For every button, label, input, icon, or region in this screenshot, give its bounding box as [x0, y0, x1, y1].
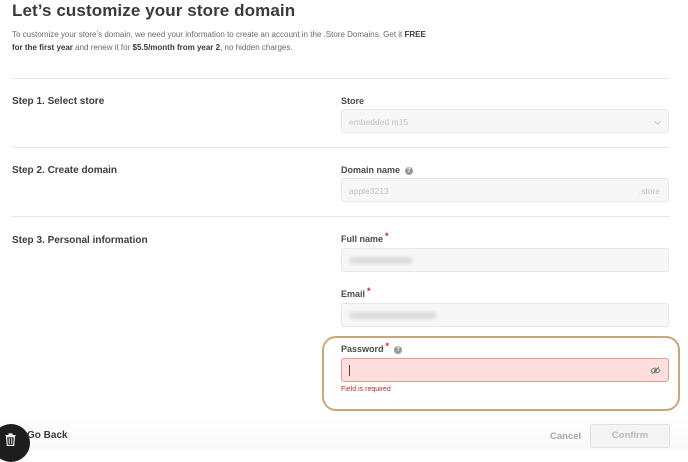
required-mark: *: [385, 341, 390, 351]
full-name-label: Full name *: [341, 231, 389, 244]
full-name-input[interactable]: [341, 248, 669, 272]
help-icon[interactable]: ?: [405, 167, 414, 175]
password-label-text: Password: [341, 344, 384, 354]
step-3-heading: Step 3. Personal information: [12, 235, 148, 246]
footer-bar: [0, 418, 688, 450]
step-1-heading: Step 1. Select store: [12, 96, 105, 107]
intro-renewal-price: $5.5/month from year 2: [132, 43, 221, 52]
email-input[interactable]: [341, 303, 669, 327]
domain-suffix: .store: [638, 186, 660, 196]
intro-text-2: and renew it for: [72, 43, 133, 52]
intro-text-3: , no hidden charges.: [220, 43, 293, 52]
full-name-label-text: Full name: [341, 234, 384, 244]
password-label: Password *?: [341, 341, 403, 354]
chevron-down-icon: [653, 117, 662, 126]
email-label: Email *: [341, 286, 371, 299]
required-mark: *: [367, 286, 371, 296]
store-select[interactable]: embedded m15: [341, 109, 669, 133]
cancel-button[interactable]: Cancel: [550, 431, 581, 442]
domain-name-input[interactable]: apple3213 .store: [341, 178, 669, 202]
trash-icon: [5, 433, 16, 446]
text-caret: [349, 365, 350, 376]
help-icon[interactable]: ?: [394, 346, 403, 354]
store-select-value: embedded m15: [349, 117, 409, 127]
eye-slash-icon[interactable]: [650, 366, 661, 375]
store-label: Store: [341, 96, 365, 106]
intro-text: To customize your store’s domain, we nee…: [12, 28, 432, 54]
redacted-email: [349, 312, 437, 319]
domain-name-label-text: Domain name: [341, 165, 401, 175]
domain-name-value: apple3213: [349, 186, 389, 196]
password-input[interactable]: [341, 358, 669, 382]
step-2-heading: Step 2. Create domain: [12, 165, 118, 176]
divider: [12, 216, 670, 217]
redacted-full-name: [349, 257, 413, 264]
divider: [12, 78, 670, 79]
required-mark: *: [385, 231, 389, 241]
password-error-message: Field is required: [341, 386, 391, 393]
go-back-button[interactable]: Go Back: [27, 430, 68, 441]
confirm-button[interactable]: Confirm: [590, 424, 670, 448]
intro-text-1: To customize your store’s domain, we nee…: [12, 30, 405, 39]
divider: [12, 147, 670, 148]
email-label-text: Email: [341, 289, 366, 299]
domain-name-label: Domain name?: [341, 165, 414, 175]
page-title: Let’s customize your store domain: [12, 1, 296, 20]
